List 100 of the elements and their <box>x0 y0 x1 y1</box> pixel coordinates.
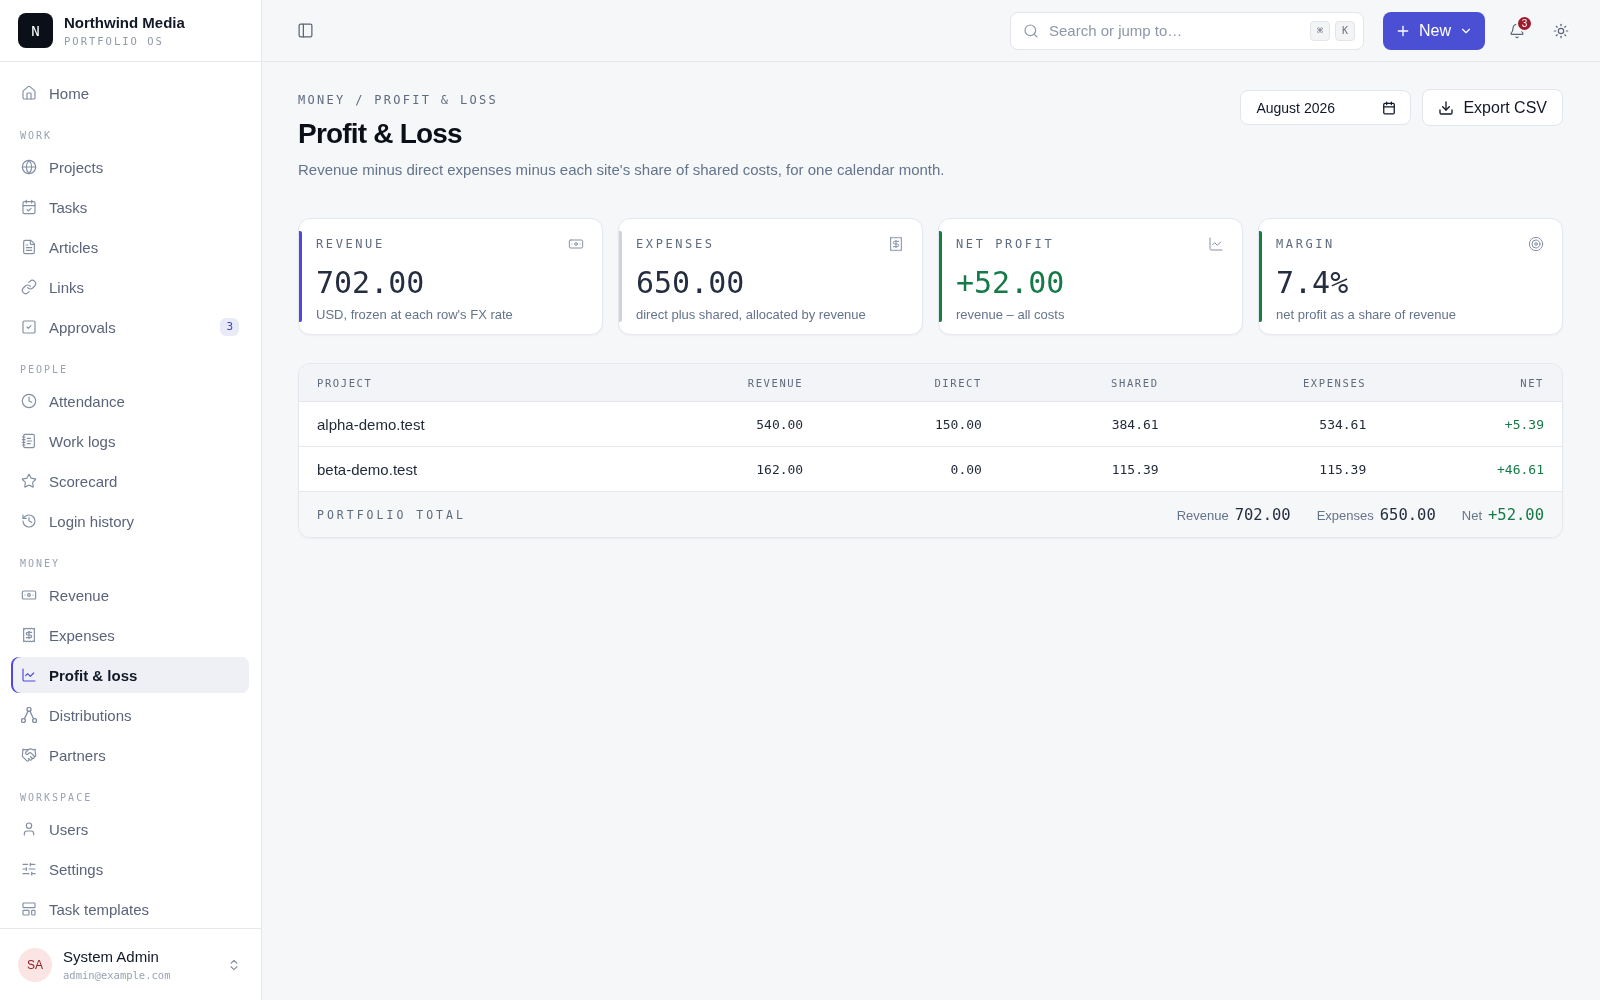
line-chart-icon <box>21 667 37 683</box>
breadcrumb: MONEY / PROFIT & LOSS <box>298 92 500 108</box>
column-header: DIRECT <box>934 376 982 389</box>
home-icon <box>21 85 37 101</box>
project-cell: beta-demo.test <box>317 460 418 478</box>
page-title: Profit & Loss <box>298 117 463 151</box>
table-cell: 115.39 <box>1319 461 1367 477</box>
stat-label: MARGIN <box>1276 236 1335 252</box>
history-icon <box>21 513 37 529</box>
nav-item[interactable]: Home <box>11 75 249 111</box>
table-cell: 150.00 <box>934 416 982 432</box>
nav-item[interactable]: Task templates <box>11 891 249 927</box>
section-label: MONEY <box>20 557 61 570</box>
table-cell: 162.00 <box>756 461 804 477</box>
nav-item[interactable]: Partners <box>11 737 249 773</box>
sun-icon <box>1553 22 1569 39</box>
user-name: System Admin <box>63 947 160 966</box>
nav-item[interactable]: Tasks <box>11 189 249 225</box>
stat-label: REVENUE <box>316 236 385 252</box>
star-icon <box>21 473 37 489</box>
stat-note: direct plus shared, allocated by revenue <box>636 306 866 323</box>
table-cell: 384.61 <box>1111 416 1159 432</box>
section-label: WORKSPACE <box>20 791 93 804</box>
nav-item[interactable]: Users <box>11 811 249 847</box>
nav-item[interactable]: Expenses <box>11 617 249 653</box>
table-cell: +46.61 <box>1497 461 1544 477</box>
section-label: PEOPLE <box>20 363 69 376</box>
column-header: NET <box>1520 376 1544 389</box>
template-icon <box>21 901 37 917</box>
nav-item[interactable]: Links <box>11 269 249 305</box>
document-icon <box>21 239 37 255</box>
table-cell: 0.00 <box>950 461 982 477</box>
section-label: WORK <box>20 129 53 142</box>
stat-value: 7.4% <box>1276 265 1349 301</box>
nav-item[interactable]: Profit & loss <box>11 657 249 693</box>
total-value: +52.00 <box>1488 505 1544 524</box>
notebook-icon <box>21 433 37 449</box>
nav-item[interactable]: Login history <box>11 503 249 539</box>
receipt-icon <box>888 236 904 252</box>
brand-name: Northwind Media <box>64 13 185 32</box>
stat-note: USD, frozen at each row's FX rate <box>316 306 513 323</box>
nav-item[interactable]: Revenue <box>11 577 249 613</box>
stat-label: EXPENSES <box>636 236 715 252</box>
total-name: Revenue <box>1176 507 1229 523</box>
table-cell: 115.39 <box>1111 461 1159 477</box>
sliders-icon <box>21 861 37 877</box>
nav-item[interactable]: Projects <box>11 149 249 185</box>
calendar-check-icon <box>21 199 37 215</box>
nodes-icon <box>21 707 37 723</box>
nav-item[interactable]: Scorecard <box>11 463 249 499</box>
nav-item[interactable]: Settings <box>11 851 249 887</box>
nav-item[interactable]: Work logs <box>11 423 249 459</box>
notification-badge: 3 <box>1516 14 1533 32</box>
banknote-icon <box>21 587 37 603</box>
stat-note: net profit as a share of revenue <box>1276 306 1456 323</box>
export-csv-button[interactable]: Export CSV <box>1422 89 1563 126</box>
total-value: 650.00 <box>1379 505 1436 524</box>
brand-logo: N <box>18 13 53 48</box>
total-value: 702.00 <box>1234 505 1291 524</box>
handshake-icon <box>21 747 37 763</box>
total-name: Expenses <box>1316 507 1374 523</box>
column-header: SHARED <box>1111 376 1159 389</box>
receipt-icon <box>21 627 37 643</box>
page-description: Revenue minus direct expenses minus each site's share of shared costs, for one calendar month. <box>298 160 945 180</box>
nav-item[interactable]: Articles <box>11 229 249 265</box>
banknote-icon <box>568 236 584 252</box>
search-icon <box>1023 22 1039 39</box>
target-icon <box>1528 236 1544 252</box>
total-name: Net <box>1461 507 1482 523</box>
user-email: admin@example.com <box>63 968 172 982</box>
stat-value: 702.00 <box>316 265 425 301</box>
column-header: REVENUE <box>747 376 804 389</box>
count-badge: 3 <box>220 318 239 336</box>
nav-item[interactable]: Approvals 3 <box>11 309 249 345</box>
link-icon <box>21 279 37 295</box>
panel-left-icon <box>296 22 314 39</box>
globe-icon <box>21 159 37 175</box>
line-chart-icon <box>1208 236 1224 252</box>
project-cell: alpha-demo.test <box>317 415 425 433</box>
check-square-icon <box>21 319 37 335</box>
download-icon <box>1438 99 1455 116</box>
stat-value: +52.00 <box>956 265 1065 301</box>
nav-item[interactable]: Distributions <box>11 697 249 733</box>
clock-icon <box>21 393 37 409</box>
month-field[interactable]: August 2026 <box>1240 90 1412 125</box>
brand-tagline: PORTFOLIO OS <box>64 34 165 48</box>
user-avatar: SA <box>18 947 52 982</box>
total-label: PORTFOLIO TOTAL <box>317 507 466 522</box>
column-header: EXPENSES <box>1302 376 1367 389</box>
table-cell: 540.00 <box>756 416 804 432</box>
stat-note: revenue – all costs <box>956 306 1065 323</box>
column-header: PROJECT <box>317 376 373 389</box>
notifications-button[interactable]: 3 <box>1501 14 1533 47</box>
stat-value: 650.00 <box>636 265 745 301</box>
calendar-icon <box>1382 100 1397 115</box>
table-cell: 534.61 <box>1319 416 1367 432</box>
new-button[interactable]: New <box>1383 11 1485 50</box>
nav-item[interactable]: Attendance <box>11 383 249 419</box>
stat-label: NET PROFIT <box>956 236 1055 252</box>
user-icon <box>21 821 37 837</box>
